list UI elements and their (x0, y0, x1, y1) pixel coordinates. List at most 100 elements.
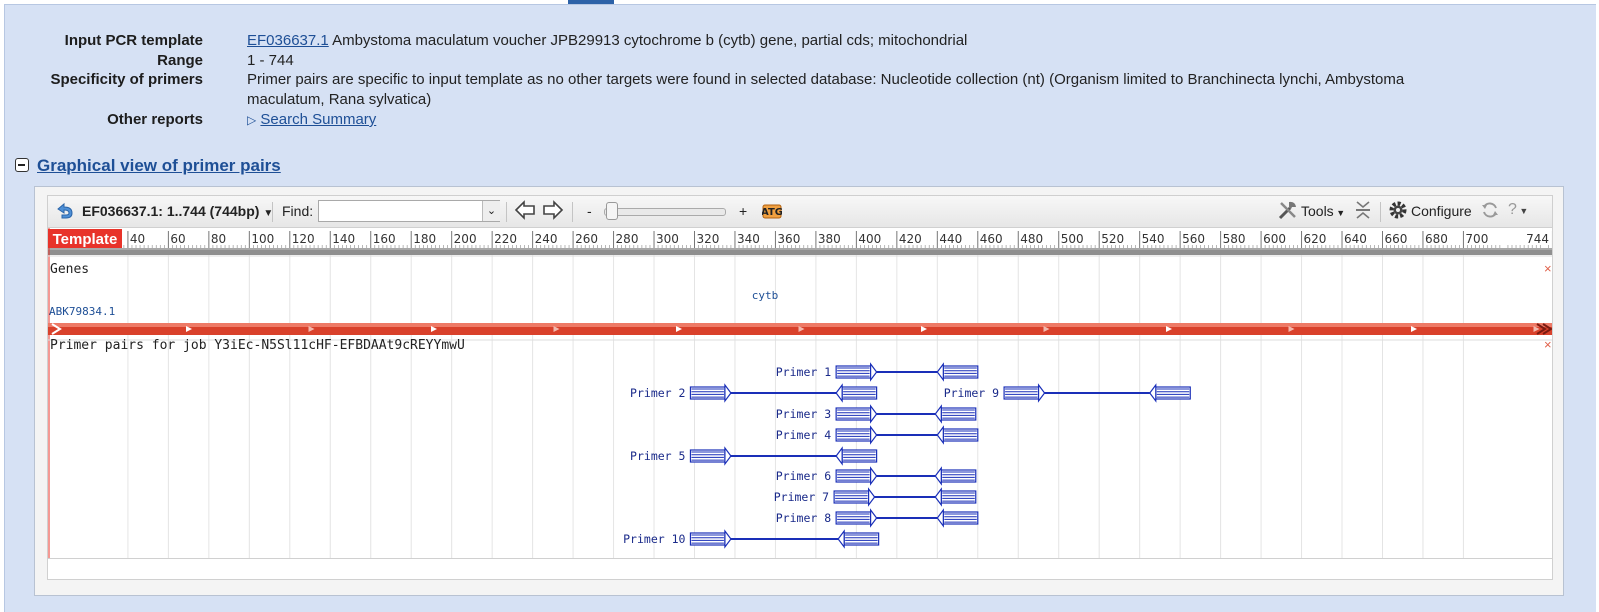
primer-pair-label: Primer 9 (944, 386, 999, 400)
track-panel: 40 60 80 100 120 140 160 180 200 220 240 260 280 300 3… (47, 227, 1553, 559)
ruler-tick-label: 380 (818, 232, 841, 246)
collapse-icon[interactable] (15, 158, 29, 172)
forward-primer-arrow (724, 446, 732, 466)
ruler-tick-label: 160 (373, 232, 396, 246)
forward-primer-arrow (870, 466, 878, 486)
ruler-tick-label: 280 (616, 232, 639, 246)
specificity-label: Specificity of primers (50, 71, 203, 88)
ruler-tick-label: 200 (454, 232, 477, 246)
ruler-tick-label: 40 (130, 232, 145, 246)
ruler-tick-label: 140 (332, 232, 355, 246)
ruler-tick-label: 480 (1020, 232, 1043, 246)
ruler-tick-label: 660 (1384, 232, 1407, 246)
reverse-primer-arrow (936, 508, 944, 528)
ruler-tick-label: 100 (251, 232, 274, 246)
sequence-selector-label: EF036637.1: 1..744 (744bp) (82, 203, 260, 219)
find-dropdown-icon[interactable]: ⌄ (482, 201, 500, 221)
primer-pair-label: Primer 6 (776, 469, 831, 483)
nav-right-arrow-icon[interactable] (542, 199, 564, 224)
track-graphics: 40 60 80 100 120 140 160 180 200 220 240 260 280 300 3… (48, 228, 1552, 558)
template-label: Template (53, 231, 118, 248)
find-label: Find: (282, 203, 314, 219)
viewer-status-strip (47, 558, 1553, 580)
template-accession-link[interactable]: EF036637.1 (247, 32, 329, 49)
ruler-tick-label: 180 (413, 232, 436, 246)
specificity-text-line2: maculatum, Rana sylvatica) (247, 91, 432, 108)
ruler-tick-label: 260 (575, 232, 598, 246)
ruler-tick-label: 240 (535, 232, 558, 246)
tools-menu[interactable]: Tools ▼ (1301, 203, 1345, 219)
forward-primer-arrow (724, 383, 732, 403)
chevron-down-icon: ▼ (1516, 206, 1529, 216)
primer-pair-label: Primer 10 (623, 532, 685, 546)
ruler-tick-label: 680 (1425, 232, 1448, 246)
ruler-tick-label: 440 (939, 232, 962, 246)
sequence-viewer: EF036637.1: 1..744 (744bp) ▼ Find: ⌄ - +… (34, 186, 1564, 596)
viewer-toolbar: EF036637.1: 1..744 (744bp) ▼ Find: ⌄ - +… (47, 195, 1553, 229)
collapse-tracks-icon[interactable] (1354, 200, 1372, 223)
toolbar-separator (572, 202, 573, 222)
results-panel: Input PCR template EF036637.1 Ambystoma … (4, 4, 1596, 612)
primer-pair-label: Primer 7 (774, 490, 829, 504)
toolbar-separator (272, 202, 273, 222)
svg-text:ATG: ATG (762, 207, 782, 218)
tools-label: Tools (1301, 203, 1334, 219)
toolbar-separator (1380, 202, 1381, 222)
ruler-tick-label: 520 (1101, 232, 1124, 246)
ruler-tick-label: 600 (1263, 232, 1286, 246)
zoom-out-button[interactable]: - (587, 203, 592, 219)
forward-primer-arrow (1037, 383, 1046, 403)
ruler-tick-label: 640 (1344, 232, 1367, 246)
reverse-primer-arrow (936, 425, 944, 445)
nav-left-arrow-icon[interactable] (514, 199, 536, 224)
sequence-selector[interactable]: EF036637.1: 1..744 (744bp) ▼ (82, 203, 273, 219)
ruler-tick-label: 360 (777, 232, 800, 246)
reverse-primer-arrow (934, 487, 942, 507)
graphical-view-title[interactable]: Graphical view of primer pairs (37, 156, 281, 176)
tools-icon[interactable] (1277, 199, 1299, 224)
ruler-tick-label: 80 (211, 232, 226, 246)
genes-track-title: Genes (50, 262, 89, 277)
reverse-primer-arrow (835, 446, 843, 466)
forward-primer-arrow (870, 425, 878, 445)
ruler-tick-label: 560 (1182, 232, 1205, 246)
ruler-tick-label: 540 (1142, 232, 1165, 246)
toolbar-separator (506, 202, 507, 222)
zoom-in-button[interactable]: + (739, 203, 747, 219)
specificity-text-line1: Primer pairs are specific to input templ… (247, 71, 1405, 88)
gear-icon[interactable] (1388, 200, 1408, 223)
forward-primer-arrow (724, 529, 732, 549)
template-description: Ambystoma maculatum voucher JPB29913 cyt… (332, 32, 968, 49)
protein-label: ABK79834.1 (49, 305, 115, 318)
forward-primer-arrow (870, 508, 878, 528)
primer-pair-label: Primer 2 (630, 386, 685, 400)
configure-button[interactable]: Configure (1411, 203, 1472, 219)
ruler-tick-label: 500 (1061, 232, 1084, 246)
close-track-icon: × (1544, 261, 1552, 276)
ruler-tick-label: 220 (494, 232, 517, 246)
reverse-primer-arrow (1149, 383, 1157, 403)
triangle-right-icon: ▷ (247, 113, 257, 127)
reverse-primer-arrow (835, 383, 843, 403)
template-label: Input PCR template (64, 32, 203, 49)
refresh-icon[interactable] (1480, 200, 1500, 223)
atg-sequence-icon[interactable]: ATG (761, 202, 783, 223)
reverse-primer-arrow (936, 362, 944, 382)
find-input[interactable] (318, 200, 500, 222)
primer-pair-label: Primer 8 (776, 511, 831, 525)
zoom-slider-thumb[interactable] (606, 202, 618, 220)
search-summary-link[interactable]: Search Summary (260, 111, 376, 128)
back-arrow-icon[interactable] (54, 200, 76, 225)
reverse-primer-arrow (934, 404, 942, 424)
reverse-primer-arrow (934, 466, 942, 486)
zoom-slider[interactable] (604, 208, 726, 216)
forward-primer-arrow (870, 362, 878, 382)
ruler-tick-label: 620 (1304, 232, 1327, 246)
reverse-primer-arrow (837, 529, 845, 549)
ruler-tick-label: 400 (858, 232, 881, 246)
ruler-tick-label: 460 (980, 232, 1003, 246)
help-label: ? (1508, 201, 1517, 218)
gene-feature-highlight (48, 323, 1552, 327)
help-button[interactable]: ? ▼ (1508, 201, 1528, 219)
chevron-down-icon: ▼ (1333, 208, 1346, 218)
